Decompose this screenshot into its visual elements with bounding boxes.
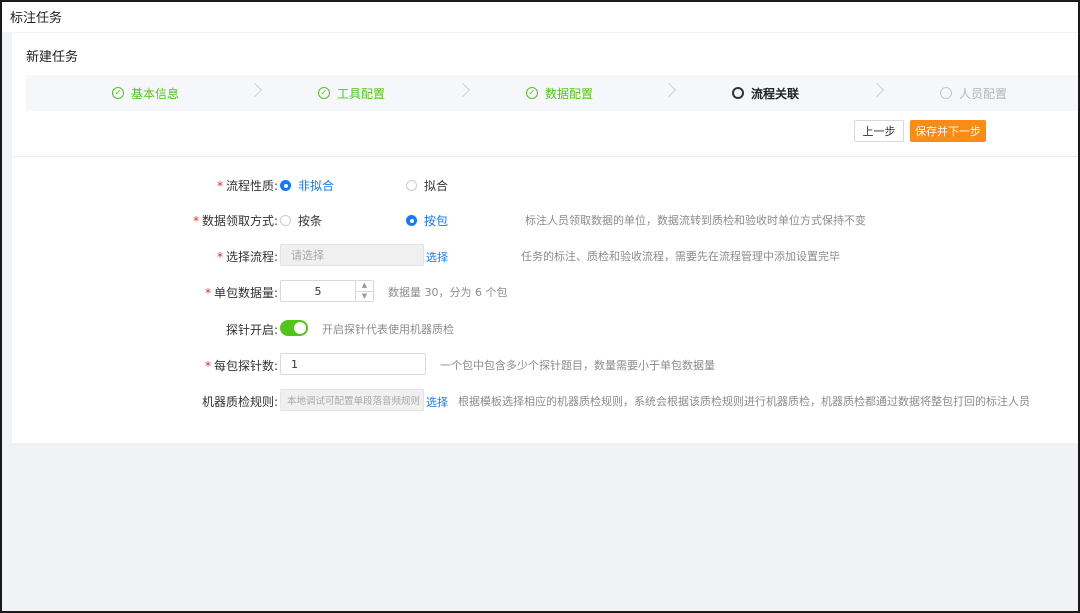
hint-text: 一个包中包含多少个探针题目，数量需要小于单包数据量 bbox=[440, 359, 715, 372]
chevron-right-icon bbox=[661, 82, 677, 98]
field-label: * 每包探针数: bbox=[204, 359, 278, 373]
hint-text: 根据模板选择相应的机器质检规则，系统会根据该质检规则进行机器质检，机器质检都通过… bbox=[458, 395, 1030, 408]
package-size-stepper[interactable]: 5 ▲ ▼ bbox=[280, 280, 374, 302]
chevron-down-icon[interactable]: ▼ bbox=[356, 290, 373, 302]
card-title: 新建任务 bbox=[26, 50, 79, 65]
hint-text: 标注人员领取数据的单位，数据流转到质检和验收时单位方式保持不变 bbox=[525, 214, 866, 227]
field-label: * 数据领取方式: bbox=[192, 214, 278, 228]
field-label: * 流程性质: bbox=[216, 179, 278, 193]
divider bbox=[12, 156, 1078, 157]
step-label: 人员配置 bbox=[959, 86, 1008, 101]
row-probes-per-package: * 每包探针数: 1 一个包中包含多少个探针题目，数量需要小于单包数据量 bbox=[12, 353, 1078, 377]
save-next-button[interactable]: 保存并下一步 bbox=[910, 120, 986, 142]
step-label: 工具配置 bbox=[337, 86, 386, 101]
step-data-config[interactable]: ✓ 数据配置 bbox=[526, 75, 593, 111]
step-bar: ✓ 基本信息 ✓ 工具配置 ✓ 数据配置 流程关联 人员配置 bbox=[26, 75, 1078, 111]
radio-dot bbox=[280, 215, 291, 226]
row-fetch-mode: * 数据领取方式: 按条 按包 标注人员领取数据的单位，数据流转到质检和验收时单位… bbox=[12, 208, 1078, 232]
qc-rule-select-link[interactable]: 选择 bbox=[426, 394, 448, 410]
step-label: 基本信息 bbox=[131, 86, 180, 101]
radio-fit[interactable]: 拟合 bbox=[406, 177, 448, 194]
hint-text: 数据量 30，分为 6 个包 bbox=[388, 286, 508, 299]
row-flow-nature: * 流程性质: 非拟合 拟合 bbox=[12, 173, 1078, 197]
row-qc-rule: 机器质检规则: 本地调试可配置单段落音频规则 选择 根据模板选择相应的机器质检规… bbox=[12, 389, 1078, 413]
step-label: 数据配置 bbox=[545, 86, 594, 101]
circle-icon bbox=[940, 87, 952, 99]
radio-by-package[interactable]: 按包 bbox=[406, 212, 448, 229]
radio-dot bbox=[280, 180, 291, 191]
check-circle-icon: ✓ bbox=[112, 87, 124, 99]
stepper-controls: ▲ ▼ bbox=[355, 281, 373, 301]
field-label: * 单包数据量: bbox=[204, 286, 278, 300]
probes-per-package-input[interactable]: 1 bbox=[280, 353, 426, 375]
step-basic-info[interactable]: ✓ 基本信息 bbox=[112, 75, 179, 111]
chevron-right-icon bbox=[455, 82, 471, 98]
field-label: 机器质检规则: bbox=[201, 395, 278, 409]
chevron-right-icon bbox=[247, 82, 263, 98]
flow-select-link[interactable]: 选择 bbox=[426, 249, 448, 265]
form-card: 新建任务 ✓ 基本信息 ✓ 工具配置 ✓ 数据配置 流程关联 人员配置 上一步 … bbox=[12, 33, 1078, 443]
check-circle-icon: ✓ bbox=[318, 87, 330, 99]
hint-text: 开启探针代表使用机器质检 bbox=[322, 323, 454, 336]
radio-non-fit[interactable]: 非拟合 bbox=[280, 177, 334, 194]
chevron-right-icon bbox=[869, 82, 885, 98]
flow-select-input[interactable]: 请选择 bbox=[280, 244, 424, 266]
row-select-flow: * 选择流程: 请选择 选择 任务的标注、质检和验收流程，需要先在流程管理中添加设… bbox=[12, 244, 1078, 268]
app-title: 标注任务 bbox=[10, 11, 63, 26]
qc-rule-select-input[interactable]: 本地调试可配置单段落音频规则 bbox=[280, 389, 424, 411]
row-probe: 探针开启: 开启探针代表使用机器质检 bbox=[12, 317, 1078, 341]
probe-toggle[interactable] bbox=[280, 320, 308, 336]
field-label: 探针开启: bbox=[225, 323, 278, 337]
check-circle-icon: ✓ bbox=[526, 87, 538, 99]
step-flow-link[interactable]: 流程关联 bbox=[732, 75, 799, 111]
chevron-up-icon[interactable]: ▲ bbox=[356, 281, 373, 291]
radio-dot bbox=[406, 215, 417, 226]
top-bar: 标注任务 bbox=[2, 2, 1078, 32]
radio-by-item[interactable]: 按条 bbox=[280, 212, 322, 229]
radio-dot bbox=[406, 180, 417, 191]
field-label: * 选择流程: bbox=[216, 250, 278, 264]
hint-text: 任务的标注、质检和验收流程，需要先在流程管理中添加设置完毕 bbox=[521, 250, 840, 263]
step-staff-config[interactable]: 人员配置 bbox=[940, 75, 1007, 111]
step-tool-config[interactable]: ✓ 工具配置 bbox=[318, 75, 385, 111]
prev-button[interactable]: 上一步 bbox=[854, 120, 904, 142]
row-package-size: * 单包数据量: 5 ▲ ▼ 数据量 30，分为 6 个包 bbox=[12, 280, 1078, 304]
step-label: 流程关联 bbox=[751, 86, 800, 101]
circle-icon bbox=[732, 87, 744, 99]
app-window: 标注任务 新建任务 ✓ 基本信息 ✓ 工具配置 ✓ 数据配置 流程关联 人员配置… bbox=[0, 0, 1080, 613]
